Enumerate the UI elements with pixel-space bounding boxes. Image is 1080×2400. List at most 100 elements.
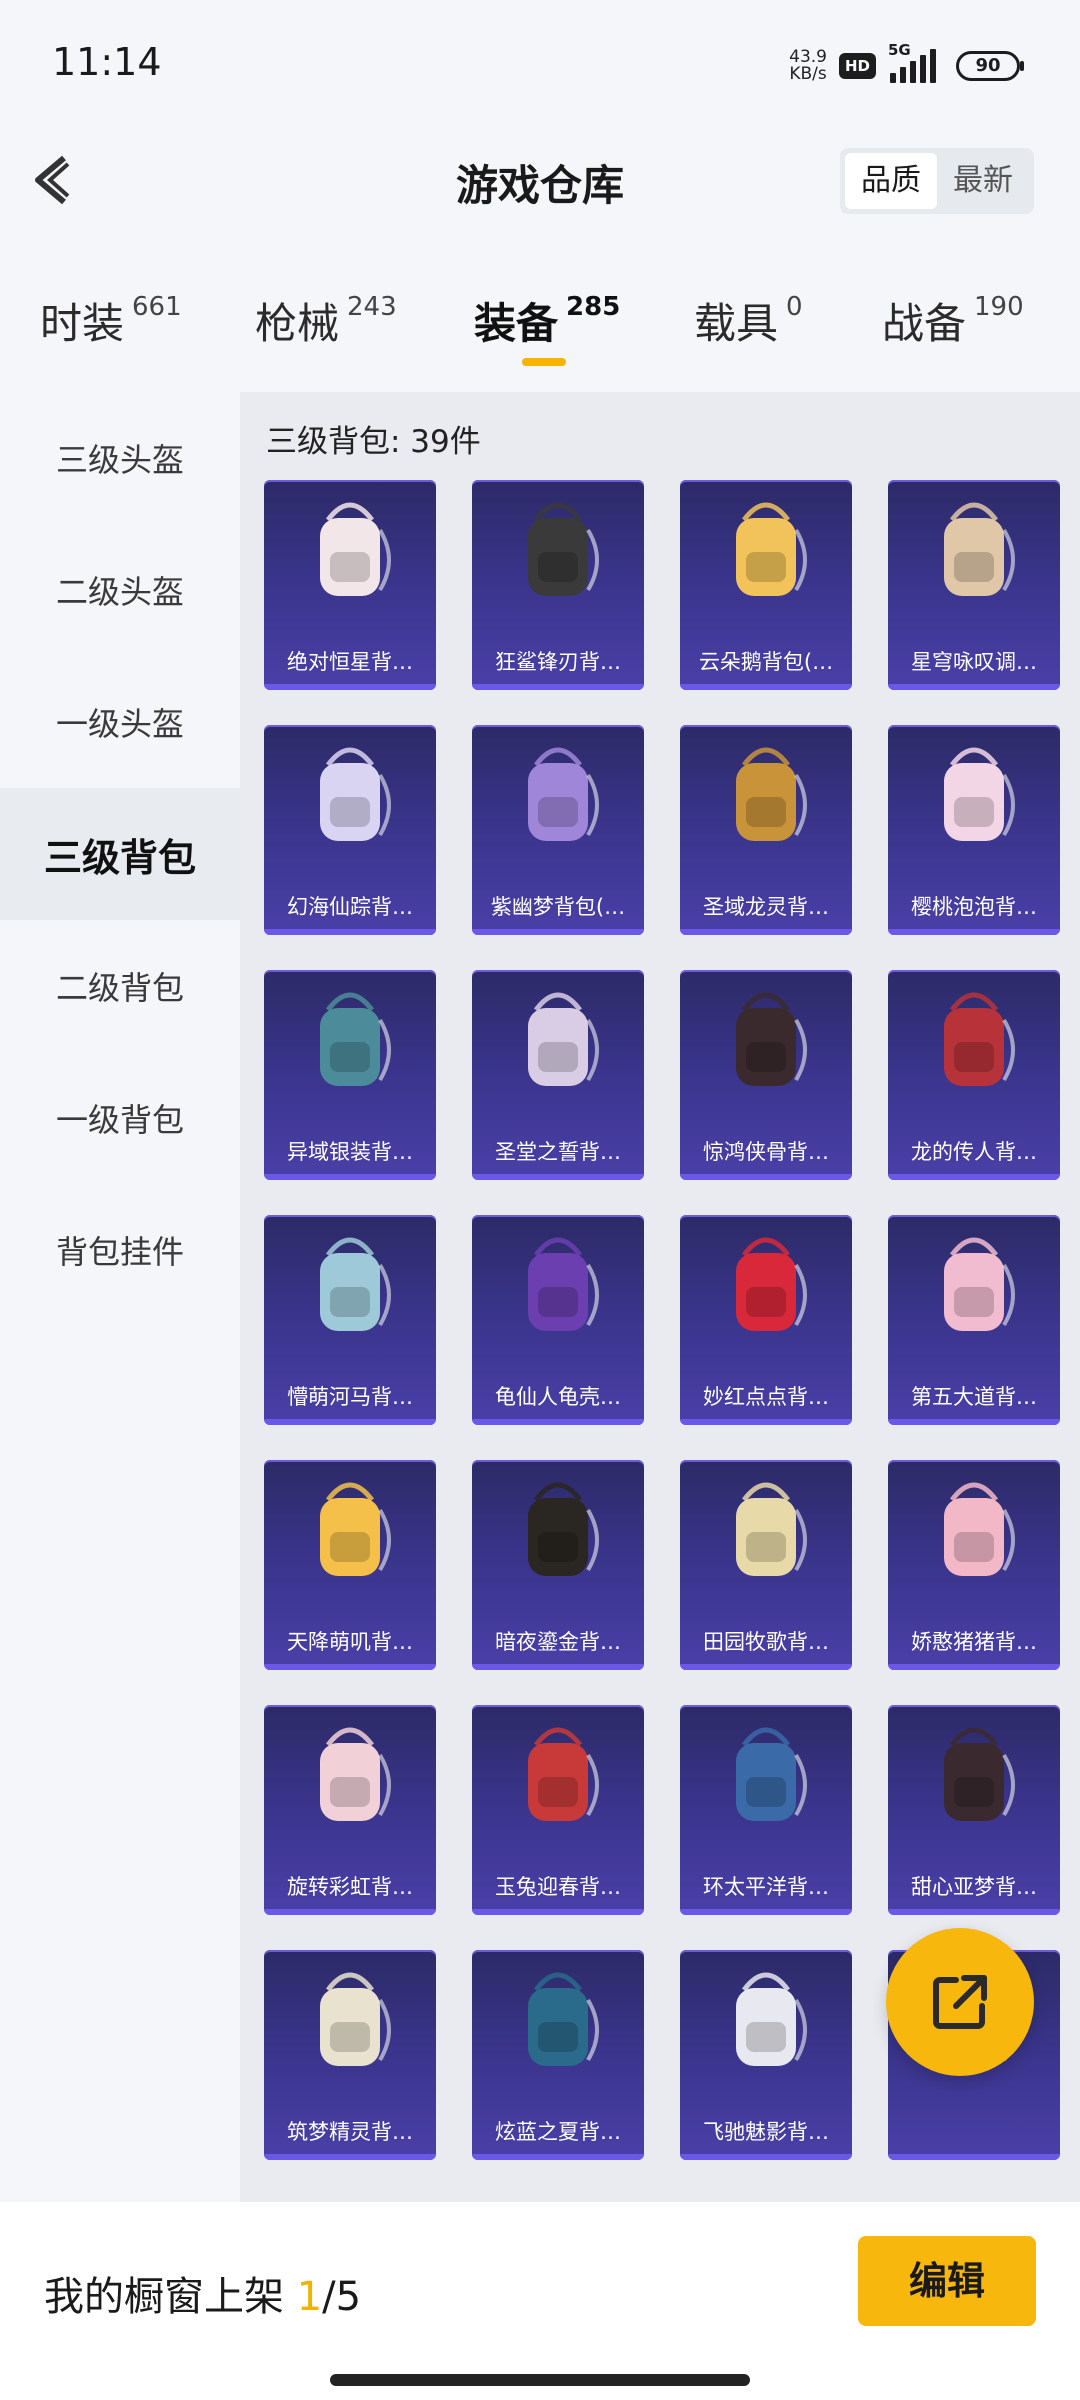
backpack-icon [944, 747, 1015, 841]
nav-item-backpack-lv1[interactable]: 一级背包 [0, 1052, 240, 1184]
item-name: 天降萌叽背… [287, 1630, 413, 1654]
nav-item-helmet-lv2[interactable]: 二级头盔 [0, 524, 240, 656]
item-card[interactable]: 龟仙人龟壳… [472, 1215, 644, 1425]
item-card[interactable]: 玉兔迎春背… [472, 1705, 644, 1915]
bottom-bar: 我的橱窗上架 1/5 编辑 [0, 2202, 1080, 2400]
item-card[interactable]: 幻海仙踪背… [264, 725, 436, 935]
tab-count: 190 [974, 292, 1024, 322]
tab-equipment[interactable]: 装备 285 [474, 290, 620, 351]
section-title: 三级背包: 39件 [266, 424, 481, 460]
tab-guns[interactable]: 枪械 243 [255, 290, 397, 351]
item-card[interactable]: 环太平洋背… [680, 1705, 852, 1915]
backpack-icon [736, 1482, 807, 1576]
status-time: 11:14 [52, 40, 162, 84]
network-speed: 43.9 KB/s [789, 49, 827, 83]
backpack-icon [320, 1727, 391, 1821]
hd-icon: HD [838, 53, 876, 79]
item-name: 娇憨猪猪背… [911, 1630, 1037, 1654]
item-card[interactable]: 异域银装背… [264, 970, 436, 1180]
tab-fashion[interactable]: 时装 661 [40, 290, 182, 351]
backpack-icon [944, 502, 1015, 596]
item-name: 龟仙人龟壳… [495, 1385, 621, 1409]
tab-count: 285 [566, 292, 621, 322]
item-name: 绝对恒星背… [287, 650, 413, 674]
nav-item-helmet-lv1[interactable]: 一级头盔 [0, 656, 240, 788]
tab-count: 243 [347, 292, 397, 322]
item-card[interactable]: 狂鲨锋刃背… [472, 480, 644, 690]
item-name: 云朵鹅背包(… [698, 650, 834, 674]
backpack-icon [528, 1237, 599, 1331]
item-name: 第五大道背… [911, 1385, 1037, 1409]
item-name: 妙红点点背… [703, 1385, 829, 1409]
edit-button[interactable]: 编辑 [858, 2236, 1036, 2326]
tab-count: 661 [132, 292, 182, 322]
backpack-icon [736, 1237, 807, 1331]
item-name: 田园牧歌背… [703, 1630, 829, 1654]
item-name: 惊鸿侠骨背… [703, 1140, 829, 1164]
item-card[interactable]: 甜心亚梦背… [888, 1705, 1060, 1915]
showcase-total: /5 [322, 2274, 362, 2320]
item-name: 飞驰魅影背… [703, 2120, 829, 2144]
item-name: 圣堂之誓背… [495, 1140, 621, 1164]
item-card[interactable]: 旋转彩虹背… [264, 1705, 436, 1915]
item-card[interactable]: 绝对恒星背… [264, 480, 436, 690]
item-card[interactable]: 樱桃泡泡背… [888, 725, 1060, 935]
item-name: 玉兔迎春背… [495, 1875, 621, 1899]
item-name: 星穹咏叹调… [911, 650, 1037, 674]
tab-supplies[interactable]: 战备 190 [882, 290, 1024, 351]
nav-item-backpack-lv3[interactable]: 三级背包 [0, 788, 240, 920]
nav-item-backpack-charm[interactable]: 背包挂件 [0, 1184, 240, 1316]
showcase-status: 我的橱窗上架 1/5 [44, 2264, 361, 2322]
category-tabs: 时装 661 枪械 243 装备 285 载具 0 战备 190 [0, 290, 1080, 380]
item-card[interactable]: 紫幽梦背包(… [472, 725, 644, 935]
tab-count: 0 [786, 292, 803, 322]
sort-newest-button[interactable]: 最新 [937, 153, 1029, 209]
signal-icon: 5G [888, 41, 936, 83]
tab-label: 枪械 [255, 299, 340, 348]
item-card[interactable]: 云朵鹅背包(… [680, 480, 852, 690]
status-bar: 11:14 43.9 KB/s HD 5G 90 [0, 0, 1080, 130]
item-card[interactable]: 天降萌叽背… [264, 1460, 436, 1670]
backpack-icon [944, 1237, 1015, 1331]
backpack-icon [528, 1972, 599, 2066]
item-card[interactable]: 暗夜鎏金背… [472, 1460, 644, 1670]
network-type: 5G [888, 41, 911, 59]
backpack-icon [528, 502, 599, 596]
item-name: 环太平洋背… [703, 1875, 829, 1899]
item-card[interactable]: 第五大道背… [888, 1215, 1060, 1425]
active-tab-indicator [522, 358, 566, 366]
tab-label: 时装 [40, 299, 125, 348]
status-icons: 43.9 KB/s HD 5G 90 [789, 41, 1024, 90]
item-card[interactable]: 炫蓝之夏背… [472, 1950, 644, 2160]
backpack-icon [736, 747, 807, 841]
tab-label: 载具 [694, 299, 779, 348]
nav-item-backpack-lv2[interactable]: 二级背包 [0, 920, 240, 1052]
item-card[interactable]: 懵萌河马背… [264, 1215, 436, 1425]
item-card[interactable]: 田园牧歌背… [680, 1460, 852, 1670]
item-card[interactable]: 筑梦精灵背… [264, 1950, 436, 2160]
backpack-icon [320, 1482, 391, 1576]
item-card[interactable]: 娇憨猪猪背… [888, 1460, 1060, 1670]
backpack-icon [736, 1972, 807, 2066]
item-card[interactable]: 飞驰魅影背… [680, 1950, 852, 2160]
sort-toggle: 品质 最新 [840, 148, 1034, 214]
item-card[interactable]: 惊鸿侠骨背… [680, 970, 852, 1180]
sort-quality-button[interactable]: 品质 [845, 153, 937, 209]
item-card[interactable]: 妙红点点背… [680, 1215, 852, 1425]
backpack-icon [944, 1727, 1015, 1821]
home-indicator[interactable] [330, 2374, 750, 2386]
item-card[interactable]: 圣堂之誓背… [472, 970, 644, 1180]
item-card[interactable]: 星穹咏叹调… [888, 480, 1060, 690]
nav-item-helmet-lv3[interactable]: 三级头盔 [0, 392, 240, 524]
backpack-icon [320, 1972, 391, 2066]
item-name: 圣域龙灵背… [703, 895, 829, 919]
item-card[interactable]: 圣域龙灵背… [680, 725, 852, 935]
item-name: 旋转彩虹背… [287, 1875, 413, 1899]
tab-vehicles[interactable]: 载具 0 [694, 290, 803, 351]
tab-label: 战备 [882, 299, 967, 348]
share-button[interactable] [886, 1928, 1034, 2076]
backpack-icon [528, 992, 599, 1086]
item-card[interactable]: 龙的传人背… [888, 970, 1060, 1180]
battery-icon: 90 [956, 51, 1024, 81]
item-name: 甜心亚梦背… [911, 1875, 1037, 1899]
